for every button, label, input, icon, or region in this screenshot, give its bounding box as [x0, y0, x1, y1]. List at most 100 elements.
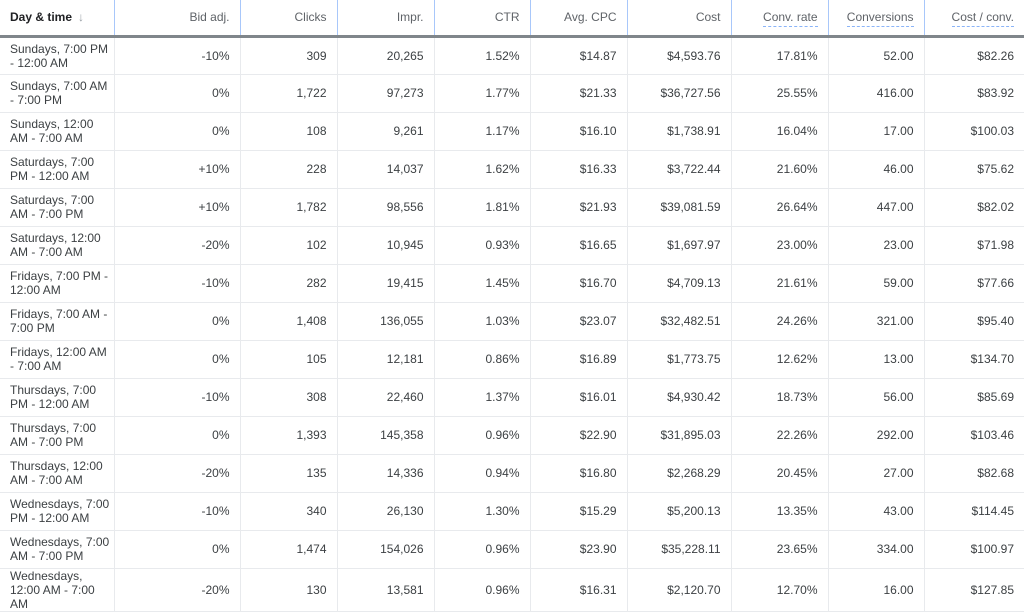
column-header-impr[interactable]: Impr. [337, 0, 435, 38]
conv-rate-cell: 13.35% [731, 492, 829, 531]
day-time-cell: Wednesdays, 7:00 AM - 7:00 PM [0, 530, 115, 569]
bid-adj-cell[interactable]: +10% [114, 150, 241, 189]
conv-rate-cell: 23.65% [731, 530, 829, 569]
bid-adj-cell[interactable]: -10% [114, 492, 241, 531]
table-row: Wednesdays, 7:00 PM - 12:00 AM -10% 340 26,… [0, 492, 1024, 531]
table-row: Sundays, 7:00 AM - 7:00 PM 0% 1,722 97,273 1… [0, 74, 1024, 113]
avg-cpc-cell: $22.90 [530, 416, 628, 455]
table-row: Thursdays, 12:00 AM - 7:00 AM -20% 135 14,3… [0, 454, 1024, 493]
impr-cell: 22,460 [337, 378, 435, 417]
bid-adj-cell[interactable]: 0% [114, 340, 241, 379]
column-header-label: Conv. rate [763, 10, 818, 28]
clicks-cell: 309 [240, 36, 338, 75]
conversions-cell: 27.00 [828, 454, 925, 493]
bid-adj-cell[interactable]: 0% [114, 112, 241, 151]
column-header-label: Cost [695, 10, 721, 25]
cost-cell: $3,722.44 [627, 150, 732, 189]
bid-adj-cell[interactable]: -10% [114, 264, 241, 303]
bid-adj-cell[interactable]: +10% [114, 188, 241, 227]
conv-rate-cell: 18.73% [731, 378, 829, 417]
cost-cell: $5,200.13 [627, 492, 732, 531]
impr-cell: 14,037 [337, 150, 435, 189]
table-row: Saturdays, 7:00 PM - 12:00 AM +10% 228 14,0… [0, 150, 1024, 189]
column-header-conv-rate[interactable]: Conv. rate [731, 0, 829, 38]
bid-adj-cell[interactable]: -10% [114, 378, 241, 417]
clicks-cell: 1,722 [240, 74, 338, 113]
conv-rate-cell: 25.55% [731, 74, 829, 113]
column-header-cost[interactable]: Cost [627, 0, 732, 38]
day-time-cell: Thursdays, 7:00 AM - 7:00 PM [0, 416, 115, 455]
table-row: Thursdays, 7:00 PM - 12:00 AM -10% 308 22,4… [0, 378, 1024, 417]
bid-adj-cell[interactable]: -20% [114, 454, 241, 493]
column-header-avg-cpc[interactable]: Avg. CPC [530, 0, 628, 38]
conversions-cell: 16.00 [828, 568, 925, 612]
day-time-cell: Wednesdays, 12:00 AM - 7:00 AM [0, 568, 115, 612]
conv-rate-cell: 16.04% [731, 112, 829, 151]
day-time-cell: Sundays, 7:00 AM - 7:00 PM [0, 74, 115, 113]
cost-cell: $4,709.13 [627, 264, 732, 303]
impr-cell: 20,265 [337, 36, 435, 75]
avg-cpc-cell: $21.93 [530, 188, 628, 227]
conversions-cell: 292.00 [828, 416, 925, 455]
conversions-cell: 13.00 [828, 340, 925, 379]
table-body: Sundays, 7:00 PM - 12:00 AM -10% 309 20,265… [0, 36, 1024, 612]
conversions-cell: 416.00 [828, 74, 925, 113]
column-header-label: Conversions [846, 10, 914, 28]
cost-cell: $1,738.91 [627, 112, 732, 151]
table-header: Day & time ↓ Bid adj. Clicks Impr. CTR Av… [0, 0, 1024, 38]
conv-rate-cell: 24.26% [731, 302, 829, 341]
bid-adj-cell[interactable]: -10% [114, 36, 241, 75]
column-header-day-time[interactable]: Day & time ↓ [0, 0, 115, 38]
bid-adj-cell[interactable]: -20% [114, 226, 241, 265]
cost-per-conv-cell: $82.02 [924, 188, 1024, 227]
bid-adj-cell[interactable]: 0% [114, 74, 241, 113]
bid-adj-cell[interactable]: 0% [114, 530, 241, 569]
conversions-cell: 17.00 [828, 112, 925, 151]
conv-rate-cell: 23.00% [731, 226, 829, 265]
cost-cell: $32,482.51 [627, 302, 732, 341]
column-header-conversions[interactable]: Conversions [828, 0, 925, 38]
impr-cell: 14,336 [337, 454, 435, 493]
table-row: Wednesdays, 7:00 AM - 7:00 PM 0% 1,474 154,… [0, 530, 1024, 569]
arrow-down-icon[interactable]: ↓ [78, 10, 84, 24]
conversions-cell: 52.00 [828, 36, 925, 75]
clicks-cell: 308 [240, 378, 338, 417]
day-time-cell: Fridays, 12:00 AM - 7:00 AM [0, 340, 115, 379]
impr-cell: 98,556 [337, 188, 435, 227]
cost-cell: $4,930.42 [627, 378, 732, 417]
table-row: Sundays, 7:00 PM - 12:00 AM -10% 309 20,265… [0, 36, 1024, 75]
avg-cpc-cell: $16.70 [530, 264, 628, 303]
ctr-cell: 0.96% [434, 530, 531, 569]
ad-schedule-table: Day & time ↓ Bid adj. Clicks Impr. CTR Av… [0, 0, 1024, 612]
impr-cell: 26,130 [337, 492, 435, 531]
ctr-cell: 1.45% [434, 264, 531, 303]
day-time-cell: Fridays, 7:00 PM - 12:00 AM [0, 264, 115, 303]
column-header-bid-adj[interactable]: Bid adj. [114, 0, 241, 38]
cost-cell: $1,773.75 [627, 340, 732, 379]
clicks-cell: 340 [240, 492, 338, 531]
day-time-cell: Sundays, 12:00 AM - 7:00 AM [0, 112, 115, 151]
avg-cpc-cell: $16.33 [530, 150, 628, 189]
column-header-ctr[interactable]: CTR [434, 0, 531, 38]
ctr-cell: 1.37% [434, 378, 531, 417]
bid-adj-cell[interactable]: 0% [114, 416, 241, 455]
conversions-cell: 334.00 [828, 530, 925, 569]
column-header-cost-per-conv[interactable]: Cost / conv. [924, 0, 1024, 38]
cost-cell: $4,593.76 [627, 36, 732, 75]
conversions-cell: 46.00 [828, 150, 925, 189]
cost-per-conv-cell: $77.66 [924, 264, 1024, 303]
column-header-label: CTR [494, 10, 520, 25]
table-row: Thursdays, 7:00 AM - 7:00 PM 0% 1,393 145,3… [0, 416, 1024, 455]
impr-cell: 154,026 [337, 530, 435, 569]
column-header-clicks[interactable]: Clicks [240, 0, 338, 38]
day-time-cell: Saturdays, 7:00 PM - 12:00 AM [0, 150, 115, 189]
cost-per-conv-cell: $95.40 [924, 302, 1024, 341]
cost-cell: $39,081.59 [627, 188, 732, 227]
impr-cell: 10,945 [337, 226, 435, 265]
cost-cell: $36,727.56 [627, 74, 732, 113]
column-header-label: Impr. [396, 10, 424, 25]
clicks-cell: 1,408 [240, 302, 338, 341]
bid-adj-cell[interactable]: -20% [114, 568, 241, 612]
table-row: Fridays, 12:00 AM - 7:00 AM 0% 105 12,181 0.… [0, 340, 1024, 379]
bid-adj-cell[interactable]: 0% [114, 302, 241, 341]
